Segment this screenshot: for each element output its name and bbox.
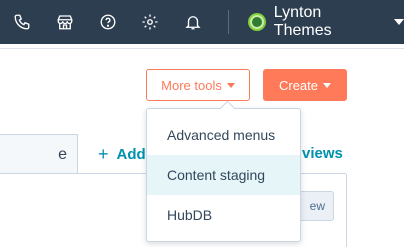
more-tools-label: More tools xyxy=(161,77,222,93)
marketplace-icon[interactable] xyxy=(55,12,75,32)
menu-item-label: Content staging xyxy=(167,167,266,183)
menu-item-hubdb[interactable]: HubDB xyxy=(147,195,300,235)
more-tools-dropdown: Advanced menus Content staging HubDB xyxy=(146,100,301,242)
view-tab-label: e xyxy=(58,145,67,163)
top-navigation-bar: Lynton Themes xyxy=(0,0,404,44)
plus-icon: + xyxy=(98,144,109,164)
table-action-label: ew xyxy=(309,199,325,213)
caret-down-icon xyxy=(323,82,332,88)
account-avatar xyxy=(248,13,266,31)
menu-item-label: HubDB xyxy=(167,207,213,223)
settings-icon[interactable] xyxy=(140,12,160,32)
dropdown-notch xyxy=(219,100,236,117)
create-button[interactable]: Create xyxy=(263,69,347,101)
add-view-label: Add xyxy=(116,146,146,163)
menu-item-label: Advanced menus xyxy=(167,127,276,143)
help-icon[interactable] xyxy=(98,12,118,32)
account-name: Lynton Themes xyxy=(273,4,332,39)
phone-icon[interactable] xyxy=(12,12,32,32)
menu-item-advanced-menus[interactable]: Advanced menus xyxy=(147,115,300,155)
header-divider xyxy=(0,48,404,49)
create-label: Create xyxy=(278,77,319,93)
caret-down-icon xyxy=(226,82,235,88)
chevron-down-icon xyxy=(394,19,404,25)
account-menu[interactable]: Lynton Themes xyxy=(248,4,404,39)
view-tab[interactable]: e xyxy=(0,134,78,174)
nav-divider xyxy=(228,10,229,34)
notifications-icon[interactable] xyxy=(183,12,203,32)
menu-item-content-staging[interactable]: Content staging xyxy=(147,155,300,195)
all-views-link[interactable]: views xyxy=(302,145,343,162)
panel-border xyxy=(346,174,347,247)
add-view-link[interactable]: + Add xyxy=(98,144,146,165)
more-tools-button[interactable]: More tools xyxy=(146,69,250,101)
